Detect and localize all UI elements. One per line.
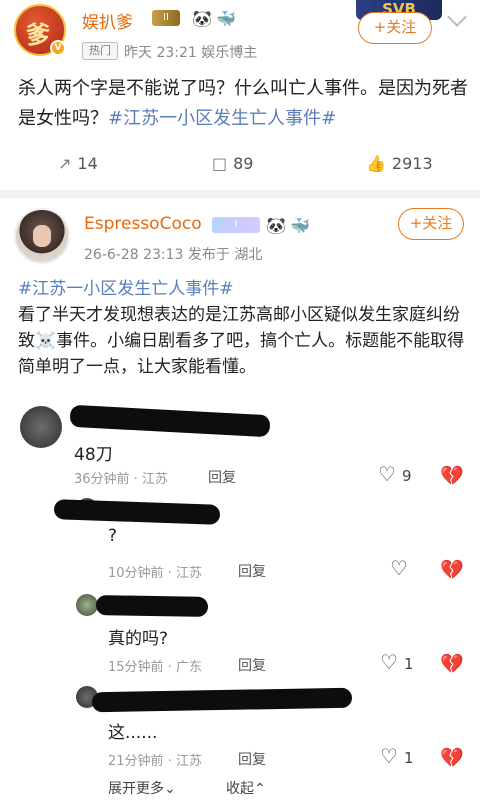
avatar[interactable]: 爹 V [14, 4, 66, 56]
post-text-main: 看了半天才发现想表达的是江苏高邮小区疑似发生家庭纠纷致☠️事件。小编日剧看多了吧… [18, 305, 465, 377]
broken-heart-icon[interactable]: 💔 [440, 652, 464, 675]
badge-icon: 🐳 [290, 216, 310, 235]
level-badge: II [152, 10, 180, 26]
redacted-username [53, 499, 221, 525]
hashtag-link[interactable]: #江苏一小区发生亡人事件# [18, 276, 468, 302]
chevron-down-icon[interactable] [447, 7, 467, 27]
redacted-username [95, 595, 209, 617]
avatar-char: 爹 [26, 21, 50, 49]
broken-heart-icon[interactable]: 💔 [440, 464, 464, 487]
comment-icon: □ [212, 154, 228, 173]
repost-button[interactable]: ↗ 14 [58, 154, 98, 173]
commenter-avatar[interactable] [20, 406, 62, 448]
redacted-username [91, 687, 353, 713]
post-text: #江苏一小区发生亡人事件# 看了半天才发现想表达的是江苏高邮小区疑似发生家庭纠纷… [18, 276, 468, 380]
collapse-button[interactable]: 收起⌃ [226, 778, 266, 798]
comment-meta: 21分钟前 · 江苏 [108, 754, 202, 769]
like-icon: 👍 [366, 154, 386, 173]
badge-icon: 🐳 [216, 9, 236, 28]
reply-button[interactable]: 回复 [238, 561, 266, 581]
comment-meta: 36分钟前 · 江苏 [74, 472, 168, 487]
post-meta: 昨天 23:21 娱乐博主 [124, 45, 258, 61]
comment-text: 这...... [108, 723, 158, 743]
commenter-avatar[interactable] [76, 594, 98, 616]
comment-footer: 展开更多⌄ 收起⌃ [0, 776, 480, 800]
panda-icon: 🐼 [192, 9, 212, 28]
heart-icon[interactable]: ♡ [380, 744, 398, 768]
comment-count: 89 [233, 154, 254, 173]
hashtag-link[interactable]: #江苏一小区发生亡人事件# [108, 108, 336, 129]
username[interactable]: EspressoCoco [84, 214, 202, 234]
username[interactable]: 娱扒爹 [82, 8, 133, 33]
reply-button[interactable]: 回复 [238, 655, 266, 675]
section-divider [0, 190, 480, 198]
avatar-face [33, 225, 51, 247]
heart-icon[interactable]: ♡ [390, 556, 408, 580]
hot-tag: 热门 [82, 42, 118, 60]
level-badge: I [212, 217, 260, 233]
comment-meta: 10分钟前 · 江苏 [108, 566, 202, 581]
like-count: 1 [404, 655, 414, 673]
comment-meta: 15分钟前 · 广东 [108, 660, 202, 675]
reply-button[interactable]: 回复 [238, 749, 266, 769]
follow-button[interactable]: +关注 [398, 208, 464, 240]
broken-heart-icon[interactable]: 💔 [440, 558, 464, 581]
action-bar: ↗ 14 □ 89 👍 2913 [0, 150, 480, 180]
repost-count: 14 [77, 154, 98, 173]
comment-text: 48刀 [74, 445, 113, 465]
heart-icon[interactable]: ♡ [378, 462, 396, 486]
like-button[interactable]: 👍 2913 [366, 154, 433, 173]
expand-more-button[interactable]: 展开更多⌄ [108, 778, 176, 798]
verified-badge: V [50, 40, 66, 56]
heart-icon[interactable]: ♡ [380, 650, 398, 674]
repost-icon: ↗ [58, 154, 72, 173]
broken-heart-icon[interactable]: 💔 [440, 746, 464, 769]
reply-button[interactable]: 回复 [208, 467, 236, 487]
avatar[interactable] [14, 208, 70, 264]
redacted-username [69, 404, 271, 438]
follow-button[interactable]: +关注 [358, 12, 432, 44]
panda-icon: 🐼 [266, 216, 286, 235]
comment-text: 真的吗? [108, 629, 169, 649]
weibo-post-top: 爹 V 娱扒爹 II 🐼 🐳 SVB +关注 热门 昨天 23:21 娱乐博主 … [0, 0, 480, 190]
like-count: 9 [402, 467, 412, 485]
comment-button[interactable]: □ 89 [212, 154, 253, 173]
like-count: 2913 [391, 154, 433, 173]
like-count: 1 [404, 749, 414, 767]
post-meta: 26-6-28 23:13 发布于 湖北 [84, 247, 263, 263]
comment-text: ? [108, 526, 118, 546]
post-text: 杀人两个字是不能说了吗？什么叫亡人事件。是因为死者是女性吗？#江苏一小区发生亡人… [18, 74, 468, 134]
